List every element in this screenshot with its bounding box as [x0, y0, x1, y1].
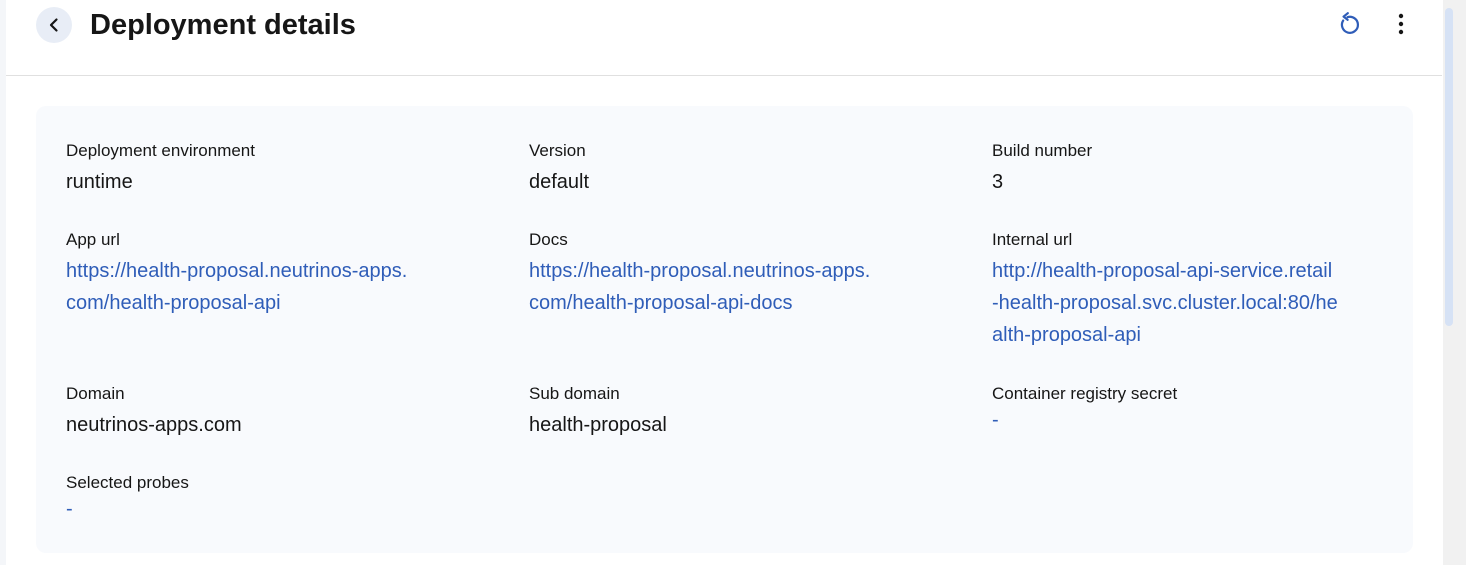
field-value: -: [66, 498, 73, 520]
app-url-link[interactable]: https://health-proposal.neutrinos-apps. …: [66, 255, 461, 319]
page-header: Deployment details: [6, 0, 1442, 76]
field-value: neutrinos-apps.com: [66, 414, 242, 436]
field-deployment-environment: Deployment environment runtime: [66, 140, 466, 193]
field-docs: Docs https://health-proposal.neutrinos-a…: [529, 229, 929, 319]
field-label: Sub domain: [529, 384, 620, 403]
field-build-number: Build number 3: [992, 140, 1392, 193]
field-container-registry-secret: Container registry secret -: [992, 383, 1392, 431]
scrollbar-thumb[interactable]: [1445, 8, 1453, 326]
field-value: runtime: [66, 171, 133, 193]
chevron-left-icon: [49, 18, 58, 32]
deployment-details-page: Deployment details Deployment environmen…: [0, 0, 1466, 565]
field-version: Version default: [529, 140, 929, 193]
refresh-button[interactable]: [1334, 9, 1364, 39]
field-label: Domain: [66, 384, 125, 403]
field-label: Container registry secret: [992, 384, 1178, 403]
field-label: Build number: [992, 141, 1093, 160]
back-button[interactable]: [36, 7, 72, 43]
field-value: default: [529, 171, 590, 193]
field-domain: Domain neutrinos-apps.com: [66, 383, 466, 436]
left-edge: [0, 0, 6, 565]
field-sub-domain: Sub domain health-proposal: [529, 383, 929, 436]
field-value: health-proposal: [529, 414, 667, 436]
field-label: Docs: [529, 230, 568, 249]
field-label: Selected probes: [66, 473, 189, 492]
field-label: Internal url: [992, 230, 1073, 249]
field-internal-url: Internal url http://health-proposal-api-…: [992, 229, 1392, 351]
field-value: 3: [992, 171, 1004, 193]
internal-url-link[interactable]: http://health-proposal-api-service.retai…: [992, 255, 1387, 351]
field-selected-probes: Selected probes -: [66, 472, 466, 520]
more-options-button[interactable]: [1386, 9, 1416, 39]
field-app-url: App url https://health-proposal.neutrino…: [66, 229, 466, 319]
field-label: Deployment environment: [66, 141, 255, 160]
docs-link[interactable]: https://health-proposal.neutrinos-apps. …: [529, 255, 924, 319]
kebab-menu-icon: [1398, 13, 1404, 35]
deployment-details-card: Deployment environment runtime Version d…: [36, 106, 1413, 553]
field-label: App url: [66, 230, 120, 249]
field-value: -: [992, 409, 999, 431]
page-title: Deployment details: [90, 9, 356, 41]
field-label: Version: [529, 141, 586, 160]
vertical-scrollbar[interactable]: [1443, 0, 1466, 565]
refresh-icon: [1340, 12, 1359, 34]
